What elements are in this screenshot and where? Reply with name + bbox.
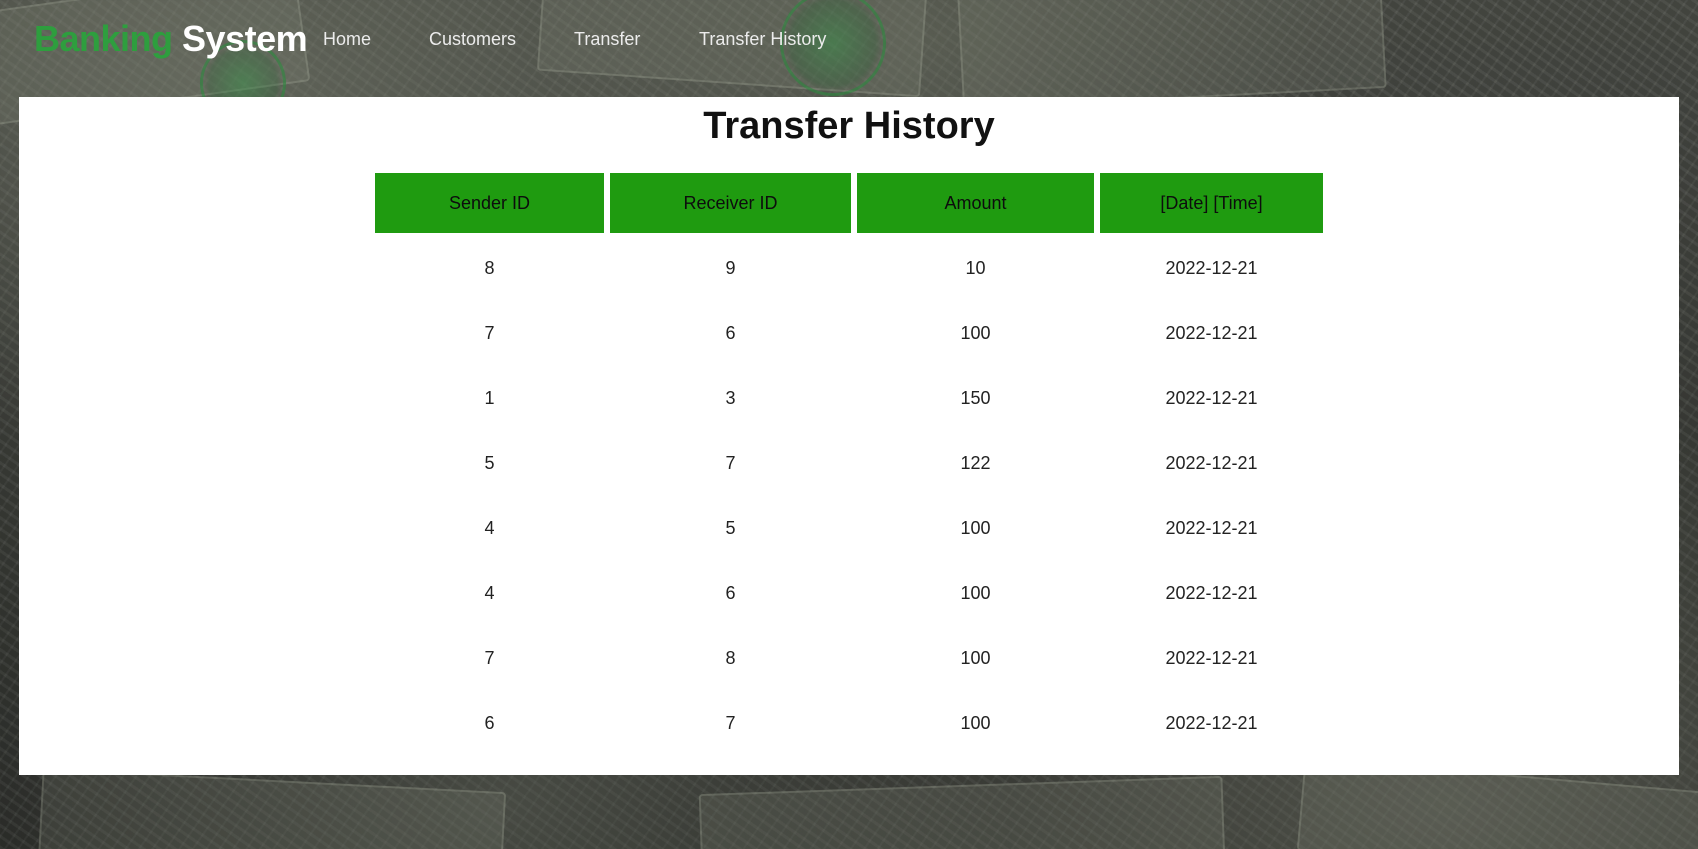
table-row: 7 8 100 2022-12-21 [375,626,1324,691]
cell-receiver-id: 3 [725,388,736,408]
column-header-date-time: [Date] [Time] [1100,173,1323,233]
cell-date: 2022-12-21 [1165,518,1258,538]
transfer-history-table: Sender ID Receiver ID Amount [Date] [Tim… [375,173,1324,753]
cell-amount: 122 [960,453,991,473]
cell-date: 2022-12-21 [1165,258,1258,278]
cell-date: 2022-12-21 [1165,388,1258,408]
table-row: 6 7 100 2022-12-21 [375,691,1324,756]
cell-receiver-id: 6 [725,323,736,343]
cell-date: 2022-12-21 [1165,648,1258,668]
nav-link-transfer[interactable]: Transfer [574,29,640,50]
cell-amount: 10 [965,258,986,278]
cell-amount: 100 [960,648,991,668]
table-body: 8 9 10 2022-12-21 7 6 100 2022-12-21 1 3… [375,236,1324,756]
table-header-row: Sender ID Receiver ID Amount [Date] [Tim… [375,173,1324,233]
brand-word-banking: Banking [34,18,173,59]
nav-link-customers[interactable]: Customers [429,29,516,50]
cell-receiver-id: 9 [725,258,736,278]
cell-date: 2022-12-21 [1165,583,1258,603]
column-header-sender-id: Sender ID [375,173,604,233]
cell-date: 2022-12-21 [1165,713,1258,733]
cell-sender-id: 7 [484,648,495,668]
cell-date: 2022-12-21 [1165,323,1258,343]
nav-link-home[interactable]: Home [323,29,371,50]
table-row: 8 9 10 2022-12-21 [375,236,1324,301]
page-title: Transfer History [703,105,995,147]
cell-sender-id: 1 [484,388,495,408]
cell-sender-id: 5 [484,453,495,473]
cell-receiver-id: 8 [725,648,736,668]
table-row: 4 5 100 2022-12-21 [375,496,1324,561]
cell-amount: 100 [960,323,991,343]
cell-receiver-id: 7 [725,453,736,473]
cell-receiver-id: 5 [725,518,736,538]
cell-sender-id: 8 [484,258,495,278]
cell-sender-id: 4 [484,583,495,603]
table-row: 1 3 150 2022-12-21 [375,366,1324,431]
cell-date: 2022-12-21 [1165,453,1258,473]
cell-amount: 100 [960,518,991,538]
background-bill [698,775,1226,849]
cell-receiver-id: 6 [725,583,736,603]
brand-word-system: System [182,18,308,59]
column-header-receiver-id: Receiver ID [610,173,851,233]
cell-sender-id: 6 [484,713,495,733]
top-navbar: Banking System Home Customers Transfer T… [0,0,1698,90]
background-bill [37,767,507,849]
table-row: 4 6 100 2022-12-21 [375,561,1324,626]
column-header-amount: Amount [857,173,1094,233]
table-row: 5 7 122 2022-12-21 [375,431,1324,496]
table-row: 7 6 100 2022-12-21 [375,301,1324,366]
cell-amount: 150 [960,388,991,408]
nav-link-transfer-history[interactable]: Transfer History [699,29,826,50]
cell-amount: 100 [960,583,991,603]
cell-amount: 100 [960,713,991,733]
cell-receiver-id: 7 [725,713,736,733]
brand-logo[interactable]: Banking System [34,18,308,60]
cell-sender-id: 4 [484,518,495,538]
cell-sender-id: 7 [484,323,495,343]
